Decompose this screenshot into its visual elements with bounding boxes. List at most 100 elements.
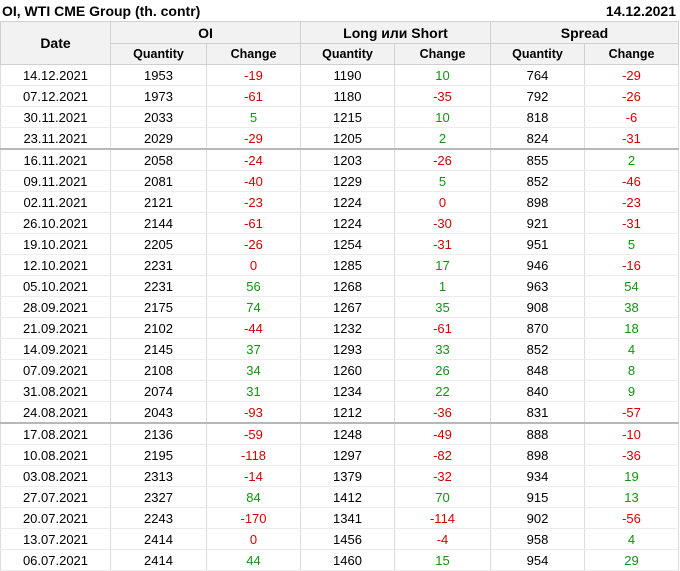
oi-quantity-cell: 2175 bbox=[110, 296, 207, 318]
oi-change-cell: -14 bbox=[206, 465, 301, 487]
spread-quantity-cell: 898 bbox=[490, 191, 585, 213]
oi-change-cell: 44 bbox=[206, 549, 301, 571]
oi-quantity-cell: 1973 bbox=[110, 85, 207, 107]
table-row: 26.10.2021 2144 -61 1224 -30 921 -31 bbox=[0, 212, 679, 234]
spread-quantity-header: Quantity bbox=[490, 43, 585, 65]
spread-quantity-cell: 840 bbox=[490, 380, 585, 402]
long-short-change-cell: -82 bbox=[394, 444, 491, 466]
oi-quantity-cell: 2243 bbox=[110, 507, 207, 529]
oi-change-cell: -26 bbox=[206, 233, 301, 255]
oi-quantity-cell: 2414 bbox=[110, 549, 207, 571]
oi-change-cell: 31 bbox=[206, 380, 301, 402]
oi-quantity-cell: 2033 bbox=[110, 106, 207, 128]
long-short-quantity-cell: 1190 bbox=[300, 64, 395, 86]
long-short-quantity-cell: 1293 bbox=[300, 338, 395, 360]
oi-quantity-cell: 1953 bbox=[110, 64, 207, 86]
spread-change-cell: -26 bbox=[584, 85, 679, 107]
long-short-change-cell: -114 bbox=[394, 507, 491, 529]
date-cell: 27.07.2021 bbox=[0, 486, 111, 508]
spread-quantity-cell: 951 bbox=[490, 233, 585, 255]
spread-change-cell: -10 bbox=[584, 423, 679, 445]
long-short-quantity-cell: 1229 bbox=[300, 170, 395, 192]
spread-change-cell: -16 bbox=[584, 254, 679, 276]
long-short-change-cell: -31 bbox=[394, 233, 491, 255]
spread-change-cell: -36 bbox=[584, 444, 679, 466]
long-short-change-cell: 10 bbox=[394, 64, 491, 86]
oi-change-cell: -44 bbox=[206, 317, 301, 339]
spread-quantity-cell: 855 bbox=[490, 149, 585, 171]
table-row: 16.11.2021 2058 -24 1203 -26 855 2 bbox=[0, 149, 679, 171]
long-short-change-cell: 22 bbox=[394, 380, 491, 402]
long-short-quantity-cell: 1412 bbox=[300, 486, 395, 508]
date-cell: 24.08.2021 bbox=[0, 401, 111, 424]
oi-quantity-cell: 2195 bbox=[110, 444, 207, 466]
oi-quantity-cell: 2231 bbox=[110, 275, 207, 297]
table-row: 20.07.2021 2243 -170 1341 -114 902 -56 bbox=[0, 507, 679, 529]
date-cell: 05.10.2021 bbox=[0, 275, 111, 297]
table-row: 30.11.2021 2033 5 1215 10 818 -6 bbox=[0, 106, 679, 128]
date-cell: 09.11.2021 bbox=[0, 170, 111, 192]
long-short-quantity-cell: 1260 bbox=[300, 359, 395, 381]
oi-quantity-cell: 2058 bbox=[110, 149, 207, 171]
date-cell: 19.10.2021 bbox=[0, 233, 111, 255]
table-row: 21.09.2021 2102 -44 1232 -61 870 18 bbox=[0, 317, 679, 339]
table-row: 23.11.2021 2029 -29 1205 2 824 -31 bbox=[0, 127, 679, 150]
spread-quantity-cell: 921 bbox=[490, 212, 585, 234]
spread-quantity-cell: 792 bbox=[490, 85, 585, 107]
oi-quantity-cell: 2205 bbox=[110, 233, 207, 255]
long-short-change-cell: 5 bbox=[394, 170, 491, 192]
long-short-quantity-cell: 1379 bbox=[300, 465, 395, 487]
spread-change-header: Change bbox=[584, 43, 679, 65]
table-row: 06.07.2021 2414 44 1460 15 954 29 bbox=[0, 549, 679, 571]
spread-change-cell: -31 bbox=[584, 212, 679, 234]
oi-quantity-cell: 2231 bbox=[110, 254, 207, 276]
oi-quantity-cell: 2144 bbox=[110, 212, 207, 234]
oi-change-cell: 0 bbox=[206, 528, 301, 550]
long-short-quantity-cell: 1215 bbox=[300, 106, 395, 128]
date-cell: 14.12.2021 bbox=[0, 64, 111, 86]
long-short-quantity-header: Quantity bbox=[300, 43, 395, 65]
spread-quantity-cell: 764 bbox=[490, 64, 585, 86]
table-row: 17.08.2021 2136 -59 1248 -49 888 -10 bbox=[0, 423, 679, 445]
spread-change-cell: -31 bbox=[584, 127, 679, 150]
date-cell: 06.07.2021 bbox=[0, 549, 111, 571]
long-short-quantity-cell: 1234 bbox=[300, 380, 395, 402]
spread-quantity-cell: 824 bbox=[490, 127, 585, 150]
long-short-change-cell: 33 bbox=[394, 338, 491, 360]
date-cell: 20.07.2021 bbox=[0, 507, 111, 529]
spread-change-cell: 13 bbox=[584, 486, 679, 508]
table-row: 03.08.2021 2313 -14 1379 -32 934 19 bbox=[0, 465, 679, 487]
long-short-change-cell: -4 bbox=[394, 528, 491, 550]
oi-change-cell: 5 bbox=[206, 106, 301, 128]
oi-quantity-cell: 2414 bbox=[110, 528, 207, 550]
oi-change-cell: -61 bbox=[206, 212, 301, 234]
date-cell: 02.11.2021 bbox=[0, 191, 111, 213]
oi-change-cell: 34 bbox=[206, 359, 301, 381]
spread-quantity-cell: 818 bbox=[490, 106, 585, 128]
date-cell: 12.10.2021 bbox=[0, 254, 111, 276]
spread-quantity-cell: 870 bbox=[490, 317, 585, 339]
date-cell: 28.09.2021 bbox=[0, 296, 111, 318]
oi-change-cell: -40 bbox=[206, 170, 301, 192]
oi-quantity-cell: 2043 bbox=[110, 401, 207, 424]
spread-quantity-cell: 852 bbox=[490, 338, 585, 360]
long-short-quantity-cell: 1285 bbox=[300, 254, 395, 276]
oi-change-cell: 74 bbox=[206, 296, 301, 318]
long-short-change-cell: -32 bbox=[394, 465, 491, 487]
spread-change-cell: 18 bbox=[584, 317, 679, 339]
oi-change-cell: 56 bbox=[206, 275, 301, 297]
oi-quantity-cell: 2108 bbox=[110, 359, 207, 381]
report-header: OI, WTI CME Group (th. contr) 14.12.2021 bbox=[0, 0, 680, 21]
long-short-change-cell: 26 bbox=[394, 359, 491, 381]
oi-change-header: Change bbox=[206, 43, 301, 65]
long-short-change-cell: 0 bbox=[394, 191, 491, 213]
date-cell: 23.11.2021 bbox=[0, 127, 111, 150]
spread-change-cell: 4 bbox=[584, 338, 679, 360]
oi-change-cell: -93 bbox=[206, 401, 301, 424]
long-short-quantity-cell: 1205 bbox=[300, 127, 395, 150]
table-row: 28.09.2021 2175 74 1267 35 908 38 bbox=[0, 296, 679, 318]
table-row: 05.10.2021 2231 56 1268 1 963 54 bbox=[0, 275, 679, 297]
table-row: 12.10.2021 2231 0 1285 17 946 -16 bbox=[0, 254, 679, 276]
long-short-change-cell: 2 bbox=[394, 127, 491, 150]
long-short-quantity-cell: 1180 bbox=[300, 85, 395, 107]
